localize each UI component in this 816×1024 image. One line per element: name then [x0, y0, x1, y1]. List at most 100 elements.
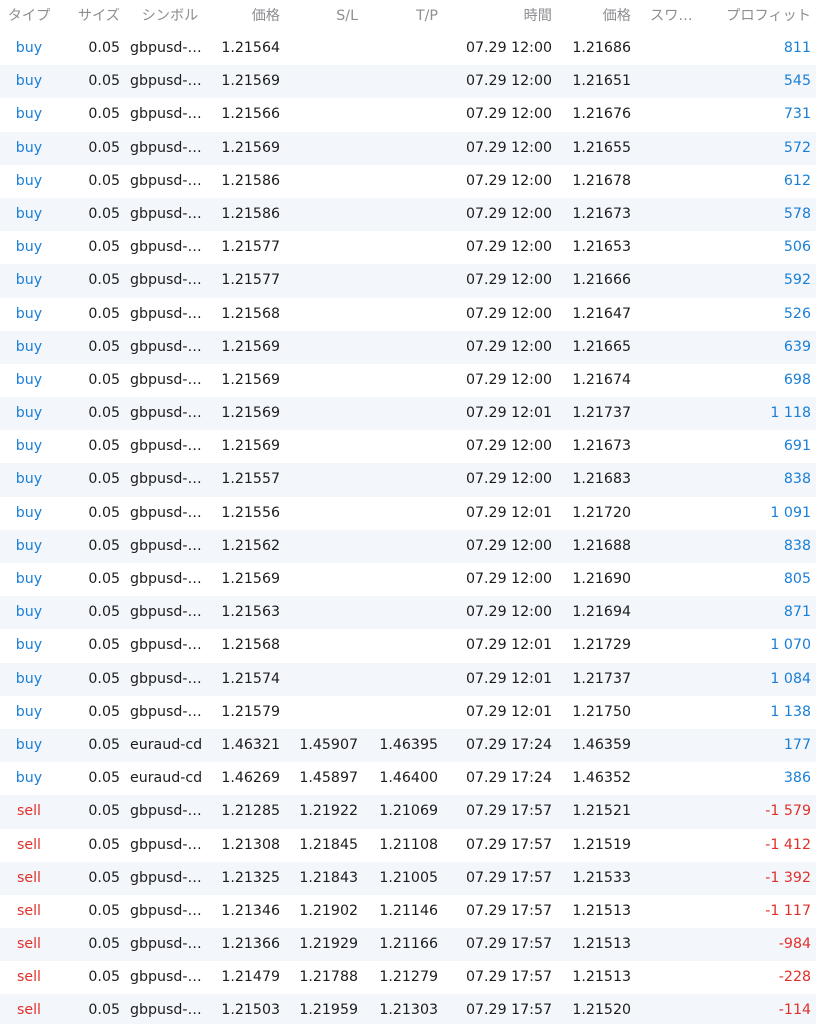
table-row[interactable]: buy 0.05 gbpusd-… 1.21569 07.29 12:00 1.21673…: [0, 430, 816, 463]
cell-time: 07.29 12:00: [465, 604, 552, 621]
cell-type: buy: [15, 670, 43, 687]
cell-current-price: 1.21683: [572, 471, 631, 488]
cell-tp: [362, 32, 438, 65]
table-row[interactable]: buy 0.05 gbpusd-… 1.21586 07.29 12:00 1.21673…: [0, 197, 816, 232]
table-row[interactable]: sell 0.05 gbpusd-… 1.21285 1.21922 1.21069 07.…: [0, 795, 816, 829]
column-header-sl[interactable]: S/L: [285, 0, 358, 32]
cell-profit: -228: [778, 969, 811, 986]
column-header-current-price[interactable]: 価格: [558, 0, 631, 32]
column-header-swap[interactable]: スワ…: [650, 0, 700, 32]
table-row[interactable]: buy 0.05 gbpusd-… 1.21586 07.29 12:00 1.21678…: [0, 165, 816, 198]
column-header-size[interactable]: サイズ: [62, 0, 120, 32]
cell-time: 07.29 12:01: [465, 703, 552, 720]
column-header-symbol[interactable]: シンボル: [130, 0, 210, 32]
column-header-tp[interactable]: T/P: [362, 0, 438, 32]
table-row[interactable]: sell 0.05 gbpusd-… 1.21308 1.21845 1.21108 07.…: [0, 829, 816, 862]
cell-symbol: gbpusd-…: [130, 471, 202, 488]
table-row[interactable]: buy 0.05 gbpusd-… 1.21562 07.29 12:00 1.21688…: [0, 529, 816, 563]
cell-tp: 1.21146: [379, 902, 438, 919]
table-row[interactable]: buy 0.05 gbpusd-… 1.21564 07.29 12:00 1.21686…: [0, 32, 816, 65]
cell-open-price: 1.21325: [221, 869, 280, 886]
cell-open-price: 1.21479: [221, 969, 280, 986]
cell-symbol: gbpusd-…: [130, 205, 202, 222]
table-row[interactable]: sell 0.05 gbpusd-… 1.21503 1.21959 1.21303 07.…: [0, 994, 816, 1024]
cell-tp: 1.21166: [379, 936, 438, 953]
cell-time: 07.29 17:57: [465, 1002, 552, 1019]
cell-open-price: 1.21556: [221, 504, 280, 521]
cell-symbol: gbpusd-…: [130, 537, 202, 554]
table-row[interactable]: buy 0.05 gbpusd-… 1.21577 07.29 12:00 1.21653…: [0, 231, 816, 264]
cell-symbol: gbpusd-…: [130, 703, 202, 720]
cell-profit: 612: [783, 172, 811, 189]
cell-swap: [645, 165, 695, 198]
table-row[interactable]: buy 0.05 gbpusd-… 1.21568 07.29 12:00 1.21647…: [0, 298, 816, 331]
table-row[interactable]: buy 0.05 gbpusd-… 1.21566 07.29 12:00 1.21676…: [0, 98, 816, 131]
cell-current-price: 1.21676: [572, 106, 631, 123]
cell-symbol: gbpusd-…: [130, 139, 202, 156]
cell-type: buy: [15, 637, 43, 654]
table-row[interactable]: buy 0.05 gbpusd-… 1.21579 07.29 12:01 1.21750…: [0, 696, 816, 729]
cell-symbol: gbpusd-…: [130, 338, 202, 355]
cell-swap: [645, 231, 695, 264]
table-row[interactable]: buy 0.05 gbpusd-… 1.21577 07.29 12:00 1.21666…: [0, 264, 816, 298]
cell-sl: [285, 430, 358, 463]
cell-symbol: gbpusd-…: [130, 969, 202, 986]
cell-symbol: gbpusd-…: [130, 73, 202, 90]
table-row[interactable]: buy 0.05 gbpusd-… 1.21568 07.29 12:01 1.21729…: [0, 629, 816, 662]
cell-profit: 639: [783, 338, 811, 355]
cell-tp: 1.21279: [379, 969, 438, 986]
column-header-profit[interactable]: プロフィット: [700, 0, 811, 32]
cell-size: 0.05: [88, 902, 120, 919]
table-row[interactable]: buy 0.05 gbpusd-… 1.21563 07.29 12:00 1.21694…: [0, 596, 816, 630]
cell-profit: 545: [783, 73, 811, 90]
column-header-time[interactable]: 時間: [445, 0, 552, 32]
cell-size: 0.05: [88, 736, 120, 753]
table-row[interactable]: buy 0.05 gbpusd-… 1.21569 07.29 12:01 1.21737…: [0, 397, 816, 431]
table-row[interactable]: buy 0.05 gbpusd-… 1.21556 07.29 12:01 1.21720…: [0, 497, 816, 530]
cell-open-price: 1.21569: [221, 405, 280, 422]
table-row[interactable]: buy 0.05 euraud-cd 1.46269 1.45897 1.46400 07.…: [0, 762, 816, 795]
table-row[interactable]: buy 0.05 gbpusd-… 1.21569 07.29 12:00 1.21655…: [0, 131, 816, 165]
cell-swap: [645, 663, 695, 696]
table-row[interactable]: buy 0.05 euraud-cd 1.46321 1.45907 1.46395 07.…: [0, 728, 816, 763]
table-row[interactable]: sell 0.05 gbpusd-… 1.21366 1.21929 1.21166 07.…: [0, 928, 816, 962]
table-row[interactable]: sell 0.05 gbpusd-… 1.21346 1.21902 1.21146 07.…: [0, 895, 816, 928]
cell-time: 07.29 17:24: [465, 770, 552, 787]
cell-open-price: 1.21366: [221, 936, 280, 953]
cell-sl: [285, 497, 358, 530]
table-row[interactable]: buy 0.05 gbpusd-… 1.21569 07.29 12:00 1.21674…: [0, 364, 816, 397]
cell-profit: 731: [783, 106, 811, 123]
table-row[interactable]: buy 0.05 gbpusd-… 1.21574 07.29 12:01 1.21737…: [0, 662, 816, 696]
cell-size: 0.05: [88, 305, 120, 322]
cell-open-price: 1.21569: [221, 438, 280, 455]
table-row[interactable]: buy 0.05 gbpusd-… 1.21569 07.29 12:00 1.21651…: [0, 65, 816, 99]
cell-current-price: 1.21666: [572, 272, 631, 289]
cell-profit: 691: [783, 438, 811, 455]
table-row[interactable]: sell 0.05 gbpusd-… 1.21325 1.21843 1.21005 07.…: [0, 861, 816, 895]
cell-profit: 1 084: [770, 670, 811, 687]
cell-time: 07.29 12:00: [465, 338, 552, 355]
cell-open-price: 1.21285: [221, 803, 280, 820]
cell-symbol: gbpusd-…: [130, 936, 202, 953]
table-body: buy 0.05 gbpusd-… 1.21564 07.29 12:00 1.21686…: [0, 32, 816, 1024]
cell-size: 0.05: [88, 836, 120, 853]
cell-swap: [645, 397, 695, 430]
cell-current-price: 1.21513: [572, 969, 631, 986]
cell-type: buy: [15, 571, 43, 587]
column-header-type[interactable]: タイプ: [0, 0, 58, 32]
cell-sl: 1.21845: [299, 836, 358, 853]
cell-size: 0.05: [88, 205, 120, 222]
table-row[interactable]: buy 0.05 gbpusd-… 1.21557 07.29 12:00 1.21683…: [0, 463, 816, 497]
cell-time: 07.29 12:00: [465, 106, 552, 123]
table-row[interactable]: sell 0.05 gbpusd-… 1.21479 1.21788 1.21279 07.…: [0, 961, 816, 994]
cell-type: buy: [15, 205, 43, 222]
table-row[interactable]: buy 0.05 gbpusd-… 1.21569 07.29 12:00 1.21690…: [0, 563, 816, 596]
cell-size: 0.05: [88, 1002, 120, 1019]
cell-swap: [645, 895, 695, 928]
cell-open-price: 1.21577: [221, 239, 280, 256]
table-row[interactable]: buy 0.05 gbpusd-… 1.21569 07.29 12:00 1.21665…: [0, 330, 816, 364]
cell-profit: 1 070: [770, 637, 811, 654]
column-header-price[interactable]: 価格: [205, 0, 280, 32]
cell-time: 07.29 17:57: [465, 836, 552, 853]
cell-current-price: 1.21655: [572, 139, 631, 156]
